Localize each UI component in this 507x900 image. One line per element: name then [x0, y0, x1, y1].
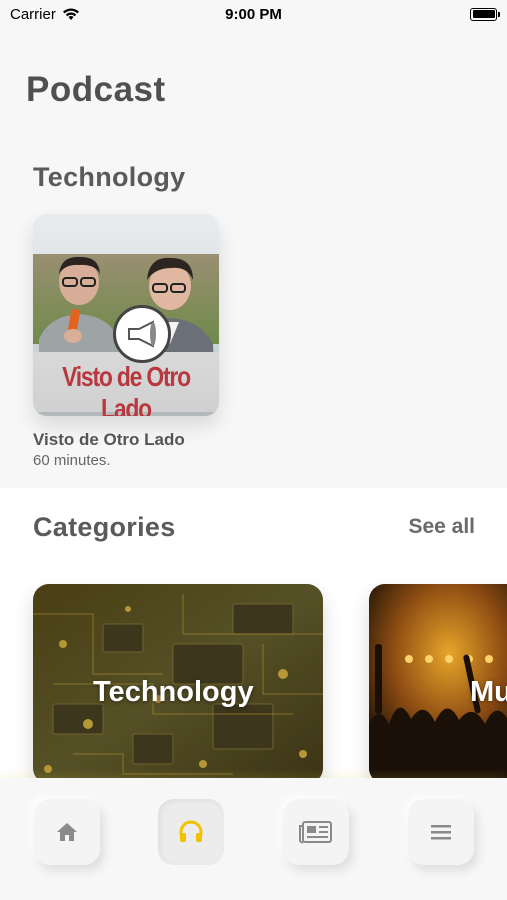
carrier-label: Carrier: [10, 5, 56, 23]
menu-icon: [431, 825, 451, 840]
categories-title: Categories: [33, 512, 176, 542]
tab-news[interactable]: [283, 799, 349, 865]
home-icon: [57, 823, 77, 841]
section-title-technology: Technology: [33, 162, 186, 192]
category-label-technology: Technology: [93, 676, 254, 708]
category-card-music[interactable]: Mu: [369, 584, 507, 784]
news-icon: [299, 821, 332, 844]
megaphone-icon: [113, 305, 171, 363]
podcast-card[interactable]: Visto de Otro Lado: [33, 214, 219, 416]
podcast-duration: 60 minutes.: [33, 452, 111, 469]
category-label-music: Mu: [470, 676, 507, 708]
tab-menu[interactable]: [408, 799, 474, 865]
status-bar: Carrier 9:00 PM: [0, 0, 507, 28]
see-all-button[interactable]: See all: [408, 515, 475, 539]
headphones-icon: [179, 820, 203, 842]
wifi-icon: [62, 8, 79, 20]
category-card-technology[interactable]: Technology: [33, 584, 323, 784]
tab-podcast[interactable]: [158, 799, 224, 865]
tab-home[interactable]: [34, 799, 100, 865]
podcast-name[interactable]: Visto de Otro Lado: [33, 430, 185, 450]
page-title: Podcast: [26, 70, 166, 109]
battery-icon: [470, 7, 500, 21]
